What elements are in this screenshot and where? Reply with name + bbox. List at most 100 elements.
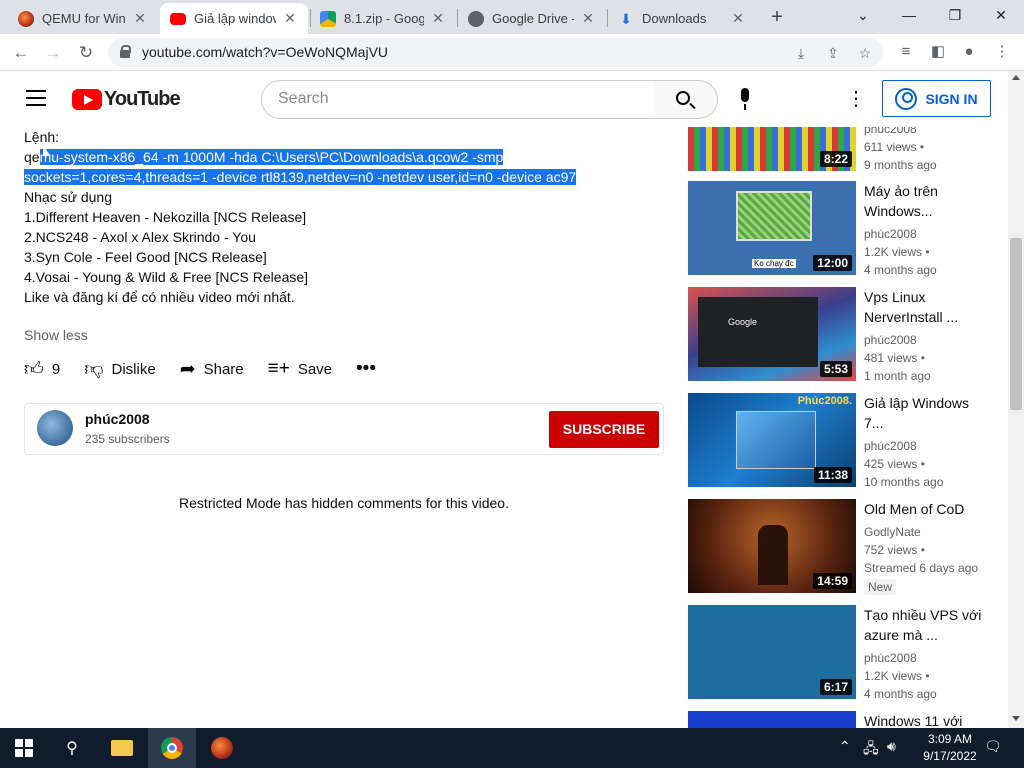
tab-google-drive[interactable]: Google Drive - ✕ [458, 3, 606, 34]
like-button[interactable]: 👍︎ 9 [24, 358, 60, 381]
bookmark-star-icon[interactable]: ☆ [855, 43, 875, 63]
rec-channel: phúc2008 [864, 439, 917, 453]
close-icon[interactable]: ✕ [730, 10, 746, 27]
video-thumbnail[interactable]: 14:59 [688, 499, 856, 593]
search-button[interactable] [654, 80, 718, 119]
video-thumbnail[interactable]: 8:22 [688, 127, 856, 171]
forward-button[interactable]: → [40, 40, 66, 66]
video-thumbnail[interactable]: 6:17 [688, 605, 856, 699]
recommendation-item[interactable]: 14:59 Old Men of CoD GodlyNate 752 views… [688, 499, 1008, 595]
windows-taskbar: ⚲ ⌃ 🖧︎ 🔊︎ 3:09 AM 9/17/2022 🗨︎ [0, 728, 1024, 768]
settings-kebab-icon[interactable]: ⋮ [846, 89, 866, 111]
scroll-up-arrow-icon[interactable] [1012, 75, 1020, 80]
video-thumbnail[interactable]: Phúc2008. 11:38 [688, 393, 856, 487]
close-icon[interactable]: ✕ [132, 10, 148, 27]
description-text: 2.NCS248 - Axol x Alex Skrindo - You [24, 229, 256, 245]
tab-qemu[interactable]: QEMU for Windows ✕ [8, 3, 158, 34]
rec-title[interactable]: Máy ảo trên Windows... [864, 181, 992, 221]
dislike-button[interactable]: 👎︎ Dislike [84, 358, 155, 381]
tab-title: Downloads [642, 11, 707, 26]
description-text: qe [24, 149, 40, 165]
profile-icon[interactable]: ● [957, 40, 981, 64]
tab-downloads[interactable]: ⬇ Downloads ✕ [608, 3, 756, 34]
network-icon[interactable]: 🖧︎ [863, 738, 879, 762]
close-window-button[interactable]: ✕ [978, 0, 1024, 32]
qemu-taskbar-button[interactable] [198, 728, 246, 768]
recommendation-item[interactable]: Ko chạy đc 12:00 Máy ảo trên Windows... … [688, 181, 1008, 277]
duration-badge: 6:17 [819, 679, 852, 695]
rec-title[interactable]: Giả lập Windows 7... [864, 393, 992, 433]
address-bar[interactable]: youtube.com/watch?v=OeWoNQMajVU ⤓ ⇪ ☆ [108, 38, 883, 67]
avatar[interactable] [37, 410, 73, 446]
reload-button[interactable]: ↻ [73, 40, 99, 66]
rec-title[interactable]: Old Men of CoD [864, 499, 992, 519]
rec-title[interactable]: Vps Linux NerverInstall ... [864, 287, 992, 327]
youtube-play-icon [72, 89, 102, 110]
taskbar-clock[interactable]: 3:09 AM 9/17/2022 [920, 731, 980, 765]
taskbar-search-button[interactable]: ⚲ [48, 728, 96, 768]
volume-icon[interactable]: 🔊︎ [887, 738, 896, 755]
rec-age: 1 month ago [864, 369, 931, 383]
microphone-icon[interactable] [738, 88, 752, 112]
video-thumbnail[interactable] [688, 711, 856, 728]
close-icon[interactable]: ✕ [580, 10, 596, 27]
subscribe-button[interactable]: SUBSCRIBE [549, 411, 659, 448]
tab-google-drive-zip[interactable]: 8.1.zip - Google ✕ [310, 3, 456, 34]
minimize-button[interactable]: — [886, 0, 932, 32]
video-thumbnail[interactable]: Google 5:53 [688, 287, 856, 381]
search-input[interactable]: Search [261, 80, 655, 119]
rec-channel: phúc2008 [864, 651, 917, 665]
recommendation-item[interactable]: 8:22 phúc2008 611 views • 9 months ago [688, 127, 1008, 171]
search-placeholder: Search [278, 90, 329, 107]
recommendation-item[interactable]: 6:17 Tạo nhiều VPS với azure mà ... phúc… [688, 605, 1008, 701]
share-arrow-icon: ➦ [179, 358, 196, 380]
install-app-icon[interactable]: ⤓ [791, 43, 811, 63]
more-actions-button[interactable]: ••• [356, 358, 384, 380]
subscriber-count: 235 subscribers [85, 432, 170, 446]
rec-title[interactable]: Tạo nhiều VPS với azure mà ... [864, 605, 992, 645]
side-panel-icon[interactable]: ◧ [926, 40, 950, 64]
file-explorer-button[interactable] [98, 728, 146, 768]
youtube-logo[interactable]: YouTube [72, 88, 181, 111]
description-line: Nhạc sử dụng [24, 187, 674, 207]
account-icon [895, 87, 918, 110]
sign-in-button[interactable]: SIGN IN [882, 80, 991, 117]
new-tab-button[interactable]: + [766, 7, 788, 29]
browser-menu-icon[interactable]: ⋮ [990, 40, 1014, 64]
recommendation-item[interactable]: Phúc2008. 11:38 Giả lập Windows 7... phú… [688, 393, 1008, 489]
description-text: 3.Syn Cole - Feel Good [NCS Release] [24, 249, 267, 265]
rec-views: 425 views • [864, 457, 925, 471]
description-text: Like và đăng kí để có nhiều video mới nh… [24, 289, 295, 305]
notifications-icon[interactable]: 🗨︎ [984, 738, 1002, 755]
description-line: 3.Syn Cole - Feel Good [NCS Release] [24, 247, 674, 267]
duration-badge: 12:00 [813, 255, 852, 271]
close-icon[interactable]: ✕ [430, 10, 446, 27]
chrome-taskbar-button[interactable] [148, 728, 196, 768]
tab-youtube-active[interactable]: Giả lập windows ✕ [160, 3, 308, 34]
restore-button[interactable]: ❐ [932, 0, 978, 32]
mouse-cursor-icon [43, 146, 51, 156]
media-control-icon[interactable]: ≡ [894, 40, 918, 64]
scrollbar-thumb[interactable] [1010, 238, 1022, 410]
start-button[interactable] [0, 728, 48, 768]
tab-search-button[interactable]: ⌄ [840, 0, 886, 32]
rec-views: 1.2K views • [864, 245, 930, 259]
rec-title[interactable]: Windows 11 với [864, 711, 992, 728]
recommendation-item[interactable]: Google 5:53 Vps Linux NerverInstall ... … [688, 287, 1008, 383]
page-scrollbar[interactable] [1008, 71, 1024, 728]
scroll-down-arrow-icon[interactable] [1012, 716, 1020, 721]
channel-name[interactable]: phúc2008 [85, 411, 150, 427]
share-button[interactable]: ➦ Share [180, 358, 244, 381]
recommendation-item[interactable]: Windows 11 với [688, 711, 1008, 728]
close-icon[interactable]: ✕ [282, 10, 298, 27]
back-button[interactable]: ← [8, 40, 34, 66]
save-button[interactable]: ≡+ Save [268, 358, 332, 380]
description-text: Lệnh: [24, 129, 60, 145]
video-thumbnail[interactable]: Ko chạy đc 12:00 [688, 181, 856, 275]
show-less-link[interactable]: Show less [24, 327, 88, 343]
show-hidden-icons-icon[interactable]: ⌃ [839, 738, 851, 755]
share-icon[interactable]: ⇪ [823, 43, 843, 63]
description-text: 4.Vosai - Young & Wild & Free [NCS Relea… [24, 269, 309, 285]
url-text[interactable]: youtube.com/watch?v=OeWoNQMajVU [142, 44, 388, 60]
hamburger-menu-icon[interactable] [26, 90, 46, 106]
